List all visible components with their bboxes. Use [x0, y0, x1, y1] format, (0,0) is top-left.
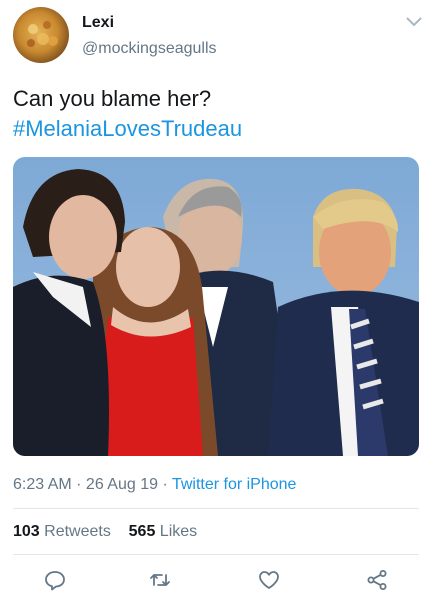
avatar[interactable]: [13, 7, 69, 63]
tweet-actions: [0, 566, 432, 596]
tweet-photo[interactable]: [13, 157, 419, 456]
share-icon[interactable]: [365, 568, 389, 592]
retweets-label: Retweets: [44, 523, 111, 540]
retweets-stat[interactable]: 103 Retweets: [13, 523, 111, 540]
reply-icon[interactable]: [43, 568, 67, 592]
heart-icon[interactable]: [257, 568, 281, 592]
likes-label: Likes: [159, 523, 198, 540]
divider: [13, 508, 419, 509]
tweet-header: Lexi @mockingseagulls: [0, 0, 432, 70]
meta-separator: ·: [158, 476, 172, 493]
tweet-meta: 6:23 AM · 26 Aug 19 · Twitter for iPhone: [13, 476, 296, 494]
tweet-date: 26 Aug 19: [85, 476, 158, 493]
retweet-icon[interactable]: [148, 568, 172, 592]
tweet-text: Can you blame her? #MelaniaLovesTrudeau: [13, 84, 242, 144]
tweet-time: 6:23 AM: [13, 476, 72, 493]
tweet-body: Can you blame her?: [13, 86, 212, 111]
likes-count: 565: [128, 523, 156, 540]
tweet-source-link[interactable]: Twitter for iPhone: [172, 476, 297, 493]
divider: [13, 554, 419, 555]
display-name[interactable]: Lexi: [82, 14, 114, 32]
meta-separator: ·: [71, 476, 86, 493]
likes-stat[interactable]: 565 Likes: [129, 523, 198, 540]
tweet-stats: 103 Retweets 565 Likes: [13, 523, 197, 541]
chevron-down-icon[interactable]: [404, 14, 424, 30]
retweets-count: 103: [13, 523, 40, 540]
user-handle[interactable]: @mockingseagulls: [82, 40, 217, 58]
hashtag-link[interactable]: #MelaniaLovesTrudeau: [13, 114, 242, 144]
